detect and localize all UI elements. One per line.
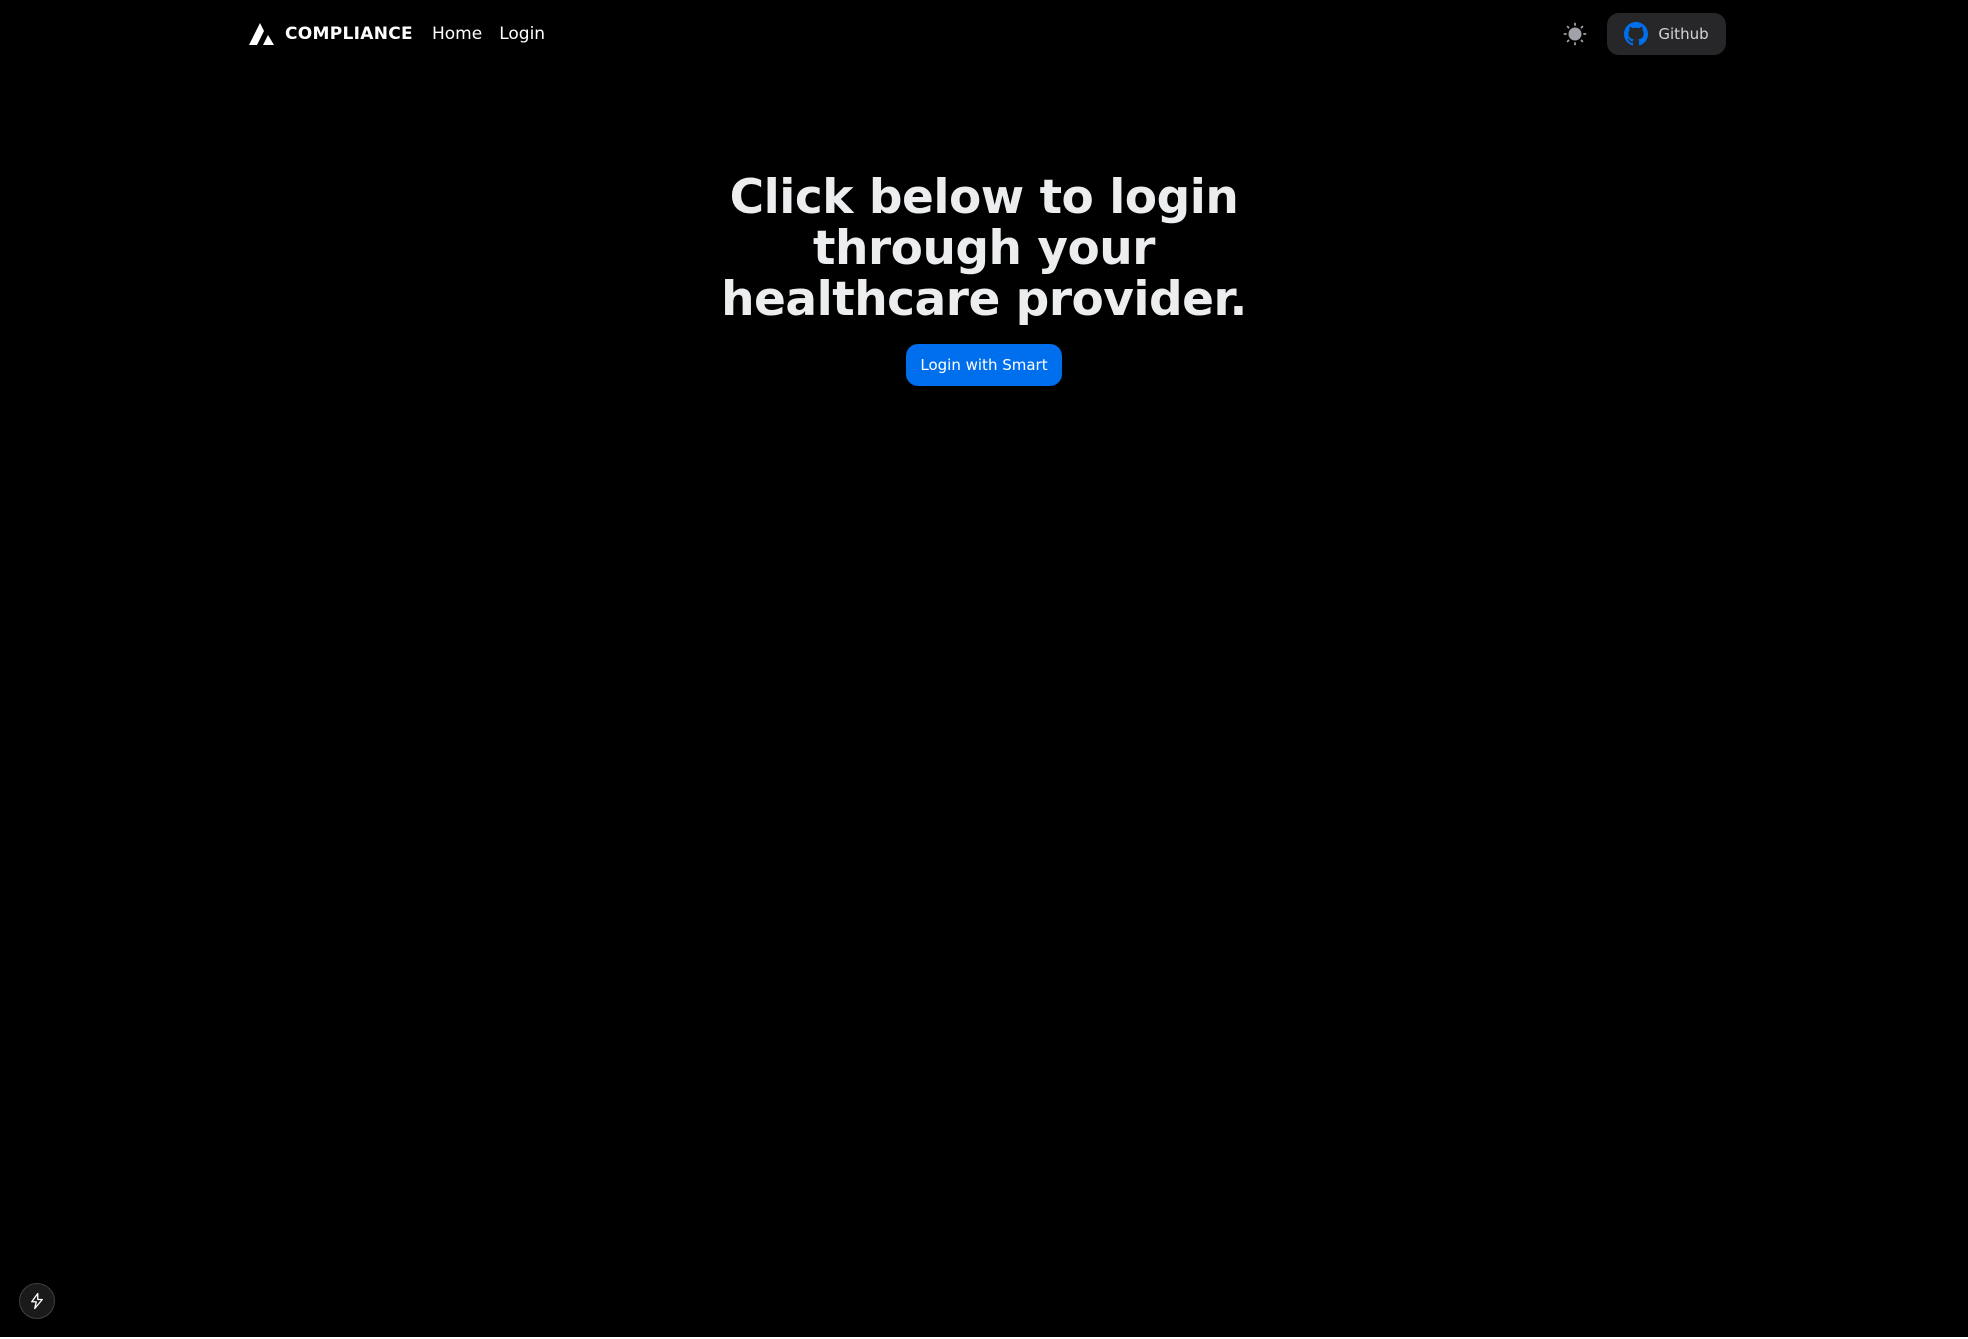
nextjs-lightning-icon xyxy=(31,1292,43,1310)
navbar: COMPLIANCE Home Login Github xyxy=(0,0,1968,68)
theme-toggle-button[interactable] xyxy=(1562,21,1588,47)
github-label: Github xyxy=(1658,25,1709,43)
dev-indicator-button[interactable] xyxy=(19,1283,55,1319)
brand-name: COMPLIANCE xyxy=(285,24,413,44)
page-title: Click below to login through your health… xyxy=(721,170,1247,327)
hero-section: Click below to login through your health… xyxy=(0,172,1968,325)
github-icon xyxy=(1624,22,1649,46)
brand[interactable]: COMPLIANCE xyxy=(249,20,413,48)
github-button[interactable]: Github xyxy=(1607,13,1726,55)
nav-links: Home Login xyxy=(432,20,545,48)
sun-icon xyxy=(1563,22,1587,46)
login-with-smart-button[interactable]: Login with Smart xyxy=(906,344,1062,386)
nav-link-home[interactable]: Home xyxy=(432,24,482,44)
nav-link-login[interactable]: Login xyxy=(499,24,545,44)
triangle-logo-icon xyxy=(249,23,274,45)
